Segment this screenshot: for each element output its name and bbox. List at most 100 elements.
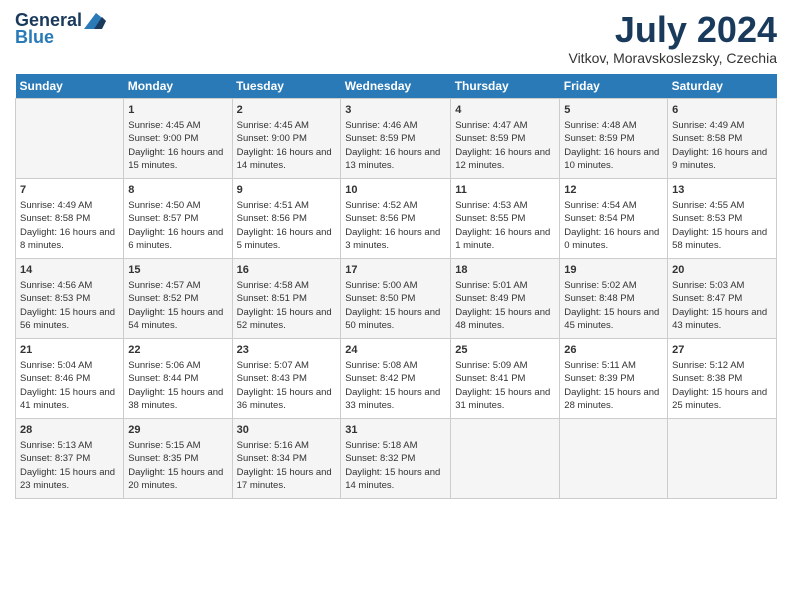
day-number: 4 <box>455 103 555 118</box>
week-row-5: 28Sunrise: 5:13 AM Sunset: 8:37 PM Dayli… <box>16 418 777 498</box>
calendar-cell: 7Sunrise: 4:49 AM Sunset: 8:58 PM Daylig… <box>16 178 124 258</box>
calendar-cell: 11Sunrise: 4:53 AM Sunset: 8:55 PM Dayli… <box>451 178 560 258</box>
calendar-cell: 25Sunrise: 5:09 AM Sunset: 8:41 PM Dayli… <box>451 338 560 418</box>
cell-content: Sunrise: 5:08 AM Sunset: 8:42 PM Dayligh… <box>345 359 446 412</box>
header-thursday: Thursday <box>451 74 560 99</box>
cell-content: Sunrise: 4:57 AM Sunset: 8:52 PM Dayligh… <box>128 279 227 332</box>
day-number: 8 <box>128 183 227 198</box>
calendar-cell: 20Sunrise: 5:03 AM Sunset: 8:47 PM Dayli… <box>668 258 777 338</box>
day-number: 17 <box>345 263 446 278</box>
calendar-cell: 4Sunrise: 4:47 AM Sunset: 8:59 PM Daylig… <box>451 98 560 178</box>
cell-content: Sunrise: 5:09 AM Sunset: 8:41 PM Dayligh… <box>455 359 555 412</box>
calendar-cell: 19Sunrise: 5:02 AM Sunset: 8:48 PM Dayli… <box>560 258 668 338</box>
cell-content: Sunrise: 4:53 AM Sunset: 8:55 PM Dayligh… <box>455 199 555 252</box>
day-number: 18 <box>455 263 555 278</box>
calendar-cell: 16Sunrise: 4:58 AM Sunset: 8:51 PM Dayli… <box>232 258 341 338</box>
calendar-cell: 29Sunrise: 5:15 AM Sunset: 8:35 PM Dayli… <box>124 418 232 498</box>
header-saturday: Saturday <box>668 74 777 99</box>
cell-content: Sunrise: 4:45 AM Sunset: 9:00 PM Dayligh… <box>237 119 337 172</box>
calendar-table: Sunday Monday Tuesday Wednesday Thursday… <box>15 74 777 499</box>
cell-content: Sunrise: 4:50 AM Sunset: 8:57 PM Dayligh… <box>128 199 227 252</box>
day-number: 5 <box>564 103 663 118</box>
cell-content: Sunrise: 4:46 AM Sunset: 8:59 PM Dayligh… <box>345 119 446 172</box>
calendar-cell <box>16 98 124 178</box>
day-number: 10 <box>345 183 446 198</box>
logo-icon <box>84 13 106 29</box>
day-number: 11 <box>455 183 555 198</box>
calendar-cell: 30Sunrise: 5:16 AM Sunset: 8:34 PM Dayli… <box>232 418 341 498</box>
cell-content: Sunrise: 5:02 AM Sunset: 8:48 PM Dayligh… <box>564 279 663 332</box>
day-number: 23 <box>237 343 337 358</box>
logo-blue: Blue <box>15 27 54 48</box>
cell-content: Sunrise: 4:51 AM Sunset: 8:56 PM Dayligh… <box>237 199 337 252</box>
day-number: 6 <box>672 103 772 118</box>
month-title: July 2024 <box>568 10 777 50</box>
day-number: 28 <box>20 423 119 438</box>
calendar-cell: 22Sunrise: 5:06 AM Sunset: 8:44 PM Dayli… <box>124 338 232 418</box>
day-number: 15 <box>128 263 227 278</box>
cell-content: Sunrise: 5:13 AM Sunset: 8:37 PM Dayligh… <box>20 439 119 492</box>
day-number: 14 <box>20 263 119 278</box>
logo: General Blue <box>15 10 106 48</box>
cell-content: Sunrise: 5:16 AM Sunset: 8:34 PM Dayligh… <box>237 439 337 492</box>
location: Vitkov, Moravskoslezsky, Czechia <box>568 50 777 66</box>
day-number: 1 <box>128 103 227 118</box>
day-number: 26 <box>564 343 663 358</box>
day-number: 30 <box>237 423 337 438</box>
calendar-cell: 12Sunrise: 4:54 AM Sunset: 8:54 PM Dayli… <box>560 178 668 258</box>
day-number: 31 <box>345 423 446 438</box>
cell-content: Sunrise: 5:00 AM Sunset: 8:50 PM Dayligh… <box>345 279 446 332</box>
cell-content: Sunrise: 4:56 AM Sunset: 8:53 PM Dayligh… <box>20 279 119 332</box>
calendar-cell: 27Sunrise: 5:12 AM Sunset: 8:38 PM Dayli… <box>668 338 777 418</box>
calendar-cell: 5Sunrise: 4:48 AM Sunset: 8:59 PM Daylig… <box>560 98 668 178</box>
header-tuesday: Tuesday <box>232 74 341 99</box>
cell-content: Sunrise: 5:07 AM Sunset: 8:43 PM Dayligh… <box>237 359 337 412</box>
day-number: 3 <box>345 103 446 118</box>
calendar-cell: 2Sunrise: 4:45 AM Sunset: 9:00 PM Daylig… <box>232 98 341 178</box>
calendar-cell: 3Sunrise: 4:46 AM Sunset: 8:59 PM Daylig… <box>341 98 451 178</box>
day-number: 13 <box>672 183 772 198</box>
cell-content: Sunrise: 4:58 AM Sunset: 8:51 PM Dayligh… <box>237 279 337 332</box>
week-row-3: 14Sunrise: 4:56 AM Sunset: 8:53 PM Dayli… <box>16 258 777 338</box>
calendar-cell: 23Sunrise: 5:07 AM Sunset: 8:43 PM Dayli… <box>232 338 341 418</box>
calendar-cell: 26Sunrise: 5:11 AM Sunset: 8:39 PM Dayli… <box>560 338 668 418</box>
cell-content: Sunrise: 4:55 AM Sunset: 8:53 PM Dayligh… <box>672 199 772 252</box>
day-number: 7 <box>20 183 119 198</box>
cell-content: Sunrise: 4:54 AM Sunset: 8:54 PM Dayligh… <box>564 199 663 252</box>
calendar-cell: 17Sunrise: 5:00 AM Sunset: 8:50 PM Dayli… <box>341 258 451 338</box>
week-row-2: 7Sunrise: 4:49 AM Sunset: 8:58 PM Daylig… <box>16 178 777 258</box>
header-wednesday: Wednesday <box>341 74 451 99</box>
cell-content: Sunrise: 5:03 AM Sunset: 8:47 PM Dayligh… <box>672 279 772 332</box>
calendar-cell: 8Sunrise: 4:50 AM Sunset: 8:57 PM Daylig… <box>124 178 232 258</box>
cell-content: Sunrise: 5:12 AM Sunset: 8:38 PM Dayligh… <box>672 359 772 412</box>
day-number: 19 <box>564 263 663 278</box>
calendar-cell: 31Sunrise: 5:18 AM Sunset: 8:32 PM Dayli… <box>341 418 451 498</box>
header-sunday: Sunday <box>16 74 124 99</box>
day-number: 22 <box>128 343 227 358</box>
cell-content: Sunrise: 5:06 AM Sunset: 8:44 PM Dayligh… <box>128 359 227 412</box>
calendar-cell: 6Sunrise: 4:49 AM Sunset: 8:58 PM Daylig… <box>668 98 777 178</box>
calendar-cell <box>560 418 668 498</box>
title-section: July 2024 Vitkov, Moravskoslezsky, Czech… <box>568 10 777 66</box>
calendar-cell <box>668 418 777 498</box>
week-row-4: 21Sunrise: 5:04 AM Sunset: 8:46 PM Dayli… <box>16 338 777 418</box>
day-number: 20 <box>672 263 772 278</box>
calendar-cell: 13Sunrise: 4:55 AM Sunset: 8:53 PM Dayli… <box>668 178 777 258</box>
calendar-cell: 18Sunrise: 5:01 AM Sunset: 8:49 PM Dayli… <box>451 258 560 338</box>
cell-content: Sunrise: 5:04 AM Sunset: 8:46 PM Dayligh… <box>20 359 119 412</box>
cell-content: Sunrise: 4:45 AM Sunset: 9:00 PM Dayligh… <box>128 119 227 172</box>
day-number: 16 <box>237 263 337 278</box>
cell-content: Sunrise: 5:18 AM Sunset: 8:32 PM Dayligh… <box>345 439 446 492</box>
cell-content: Sunrise: 4:49 AM Sunset: 8:58 PM Dayligh… <box>20 199 119 252</box>
calendar-cell: 10Sunrise: 4:52 AM Sunset: 8:56 PM Dayli… <box>341 178 451 258</box>
header: General Blue July 2024 Vitkov, Moravskos… <box>15 10 777 66</box>
day-number: 25 <box>455 343 555 358</box>
day-number: 27 <box>672 343 772 358</box>
header-row: Sunday Monday Tuesday Wednesday Thursday… <box>16 74 777 99</box>
header-monday: Monday <box>124 74 232 99</box>
cell-content: Sunrise: 4:49 AM Sunset: 8:58 PM Dayligh… <box>672 119 772 172</box>
calendar-cell: 21Sunrise: 5:04 AM Sunset: 8:46 PM Dayli… <box>16 338 124 418</box>
day-number: 12 <box>564 183 663 198</box>
day-number: 21 <box>20 343 119 358</box>
cell-content: Sunrise: 4:48 AM Sunset: 8:59 PM Dayligh… <box>564 119 663 172</box>
